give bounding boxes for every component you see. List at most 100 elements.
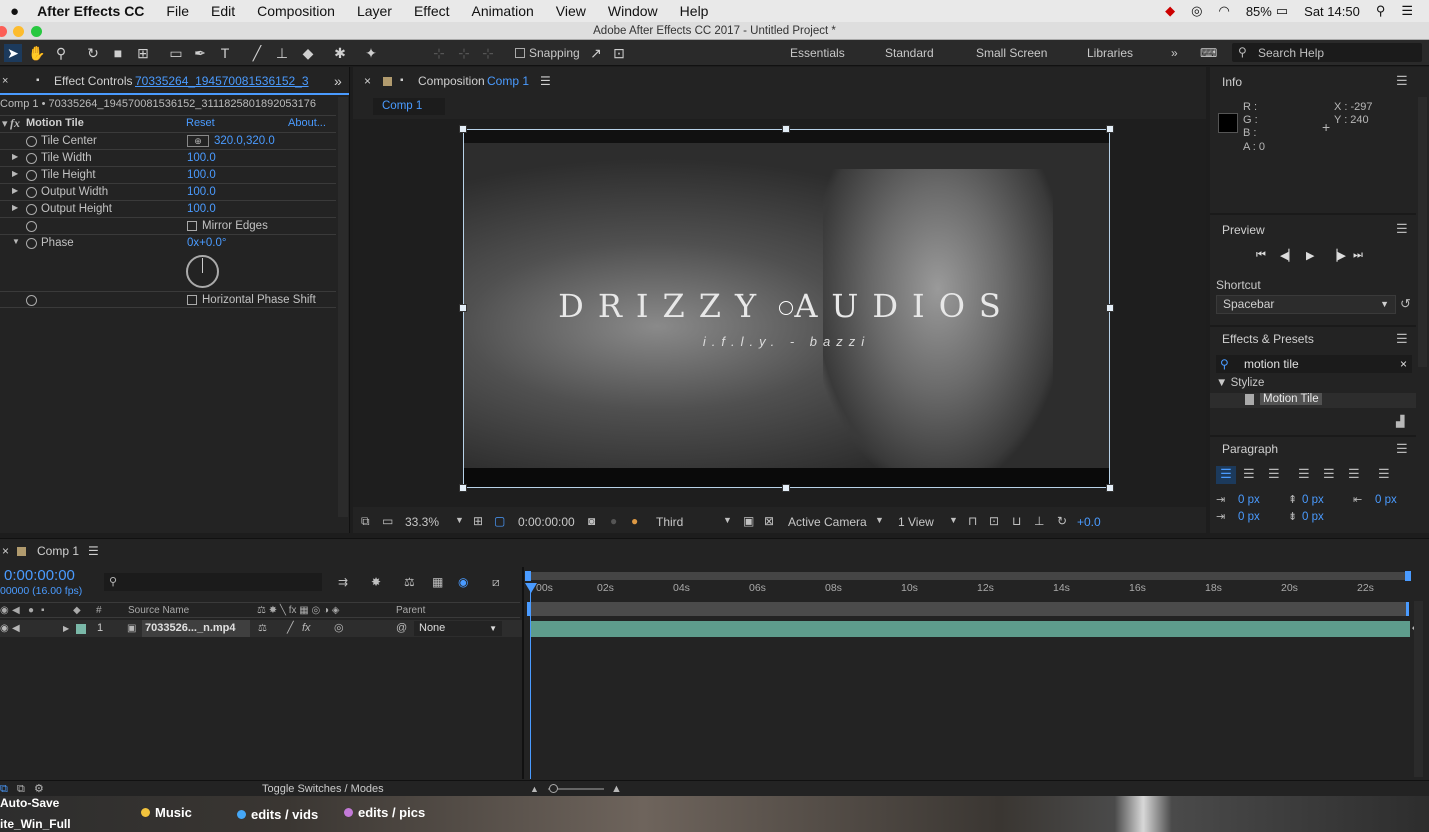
panel-menu-icon[interactable]: ☰ — [1396, 331, 1408, 347]
stopwatch-icon[interactable] — [26, 238, 37, 249]
dock-item-vids[interactable]: edits / vids — [251, 807, 318, 822]
wifi-icon[interactable]: ◠ — [1218, 3, 1229, 19]
panel-menu-icon[interactable]: ☰ — [540, 67, 551, 95]
eye-icon[interactable]: ◉ — [0, 620, 9, 637]
composition-tab[interactable]: × ▪ Composition Comp 1 ☰ — [353, 67, 1206, 95]
stopwatch-icon[interactable] — [26, 170, 37, 181]
spotlight-icon[interactable]: ⚲ — [1376, 3, 1386, 19]
zoom-window-icon[interactable] — [31, 26, 42, 37]
motion-blur-icon[interactable]: ◉ — [458, 575, 468, 589]
handle-tc[interactable] — [782, 125, 790, 133]
timeline-scrollbar[interactable] — [1414, 601, 1423, 777]
in-out-icon[interactable]: ⚙ — [34, 781, 44, 797]
color-channels-icon[interactable]: ● — [631, 514, 638, 528]
collapse-arrow-icon[interactable]: ▼ — [12, 237, 20, 246]
graph-editor-icon[interactable]: ⧄ — [492, 575, 500, 590]
workspace-libraries[interactable]: Libraries — [1087, 46, 1133, 60]
crosshair-icon[interactable]: ⊕ — [187, 135, 209, 147]
brush-tool-icon[interactable]: ╱ — [248, 44, 266, 62]
fx-icon[interactable]: fx — [10, 116, 20, 131]
comp-mini-flowchart-icon[interactable]: ⇉ — [338, 575, 348, 589]
dock-item-ite-win-full[interactable]: ite_Win_Full — [0, 817, 71, 831]
play-icon[interactable]: ▶ — [1306, 249, 1314, 262]
previous-frame-icon[interactable]: ◀▏ — [1280, 249, 1297, 262]
search-help-field[interactable]: ⚲ Search Help — [1232, 43, 1422, 62]
region-of-interest-icon[interactable]: ▣ — [743, 514, 754, 528]
justify-all-icon[interactable]: ☰ — [1378, 466, 1390, 482]
space-after-value[interactable]: 0 px — [1302, 511, 1324, 523]
roto-brush-tool-icon[interactable]: ✱ — [331, 44, 349, 62]
battery-icon[interactable]: ▭ — [1276, 3, 1288, 19]
motion-blur-switch-icon[interactable]: ◎ — [334, 620, 344, 637]
first-line-indent-value[interactable]: 0 px — [1238, 511, 1260, 523]
chevron-down-icon[interactable]: ▼ — [949, 515, 958, 525]
work-area-start-icon[interactable] — [525, 571, 531, 581]
transfer-controls-icon[interactable]: ⧉ — [17, 781, 25, 797]
handle-br[interactable] — [1106, 484, 1114, 492]
quality-switch-icon[interactable]: ╱ — [287, 620, 294, 637]
mirror-edges-checkbox[interactable] — [187, 221, 197, 231]
work-area-end-icon[interactable] — [1405, 571, 1411, 581]
indent-left-value[interactable]: 0 px — [1238, 494, 1260, 506]
space-before-value[interactable]: 0 px — [1302, 494, 1324, 506]
time-ruler[interactable]: 00s 02s 04s 06s 08s 10s 12s 14s 16s 18s … — [527, 581, 1409, 599]
chevron-down-icon[interactable]: ▼ — [875, 515, 884, 525]
work-area-range[interactable] — [527, 602, 1409, 616]
lock-icon[interactable]: ▪ — [36, 67, 40, 95]
shy-layers-icon[interactable]: ⚖ — [404, 575, 415, 589]
fx-switch-icon[interactable]: fx — [302, 620, 311, 637]
rotation-tool-icon[interactable]: ↻ — [84, 44, 102, 62]
justify-left-icon[interactable]: ☰ — [1298, 466, 1310, 482]
stopwatch-icon[interactable] — [26, 295, 37, 306]
align-left-icon[interactable]: ☰ — [1216, 466, 1236, 484]
shortcut-select[interactable]: Spacebar ▼ — [1216, 295, 1396, 314]
rectangle-tool-icon[interactable]: ▭ — [167, 44, 185, 62]
menu-help[interactable]: Help — [680, 3, 709, 19]
timeline-tab[interactable]: × Comp 1 ☰ — [0, 539, 110, 563]
zoom-level[interactable]: 33.3% — [405, 515, 439, 529]
stopwatch-icon[interactable] — [26, 204, 37, 215]
menu-layer[interactable]: Layer — [357, 3, 392, 19]
playhead-icon[interactable] — [525, 583, 537, 593]
workspace-overflow-icon[interactable]: » — [1171, 46, 1178, 60]
panel-overflow-icon[interactable]: » — [334, 67, 342, 95]
menu-composition[interactable]: Composition — [257, 3, 335, 19]
lock-icon[interactable]: ▪ — [41, 603, 45, 618]
fast-previews-icon[interactable]: ⊡ — [989, 514, 999, 528]
next-frame-icon[interactable]: ▕▶ — [1329, 249, 1346, 262]
reset-link[interactable]: Reset — [186, 117, 215, 129]
frame-blending-icon[interactable]: ▦ — [432, 575, 443, 589]
eraser-tool-icon[interactable]: ◆ — [299, 44, 317, 62]
parent-select[interactable]: None ▼ — [414, 621, 502, 636]
comp-subtab[interactable]: Comp 1 — [373, 98, 445, 115]
puppet-pin-tool-icon[interactable]: ✦ — [362, 44, 380, 62]
scrollbar[interactable] — [1418, 97, 1427, 367]
always-preview-icon[interactable]: ⧉ — [361, 514, 370, 529]
menu-animation[interactable]: Animation — [472, 3, 534, 19]
handle-mr[interactable] — [1106, 304, 1114, 312]
zoom-slider-thumb[interactable] — [549, 784, 558, 793]
axis-mode-icon[interactable]: ⊹ — [430, 44, 448, 62]
toggle-switches-modes[interactable]: Toggle Switches / Modes — [262, 781, 384, 797]
clock[interactable]: Sat 14:50 — [1304, 4, 1360, 19]
justify-center-icon[interactable]: ☰ — [1323, 466, 1335, 482]
prop-value[interactable]: 320.0,320.0 — [214, 133, 275, 150]
close-panel-icon[interactable]: × — [2, 539, 9, 563]
hand-tool-icon[interactable]: ✋ — [28, 44, 46, 62]
workspace-small-screen[interactable]: Small Screen — [976, 46, 1047, 60]
label-icon[interactable]: ◆ — [73, 603, 81, 618]
last-frame-icon[interactable]: ⏭ — [1353, 249, 1363, 262]
monitor-icon[interactable]: ▭ — [382, 514, 393, 528]
menu-file[interactable]: File — [166, 3, 189, 19]
clear-search-icon[interactable]: × — [1400, 355, 1407, 373]
draft-3d-icon[interactable]: ✸ — [371, 575, 381, 589]
app-menu[interactable]: After Effects CC — [37, 3, 144, 19]
align-center-icon[interactable]: ☰ — [1243, 466, 1255, 482]
expand-arrow-icon[interactable]: ▶ — [12, 186, 18, 195]
dock-item-pics[interactable]: edits / pics — [358, 805, 425, 820]
layer-name[interactable]: 7033526..._n.mp4 — [142, 620, 250, 637]
flowchart-icon[interactable]: ⊥ — [1034, 514, 1044, 528]
dropbox-icon[interactable]: ◆ — [1165, 3, 1175, 19]
effect-controls-tab[interactable]: × ▪ Effect Controls 70335264_19457008153… — [0, 67, 349, 95]
handle-ml[interactable] — [459, 304, 467, 312]
